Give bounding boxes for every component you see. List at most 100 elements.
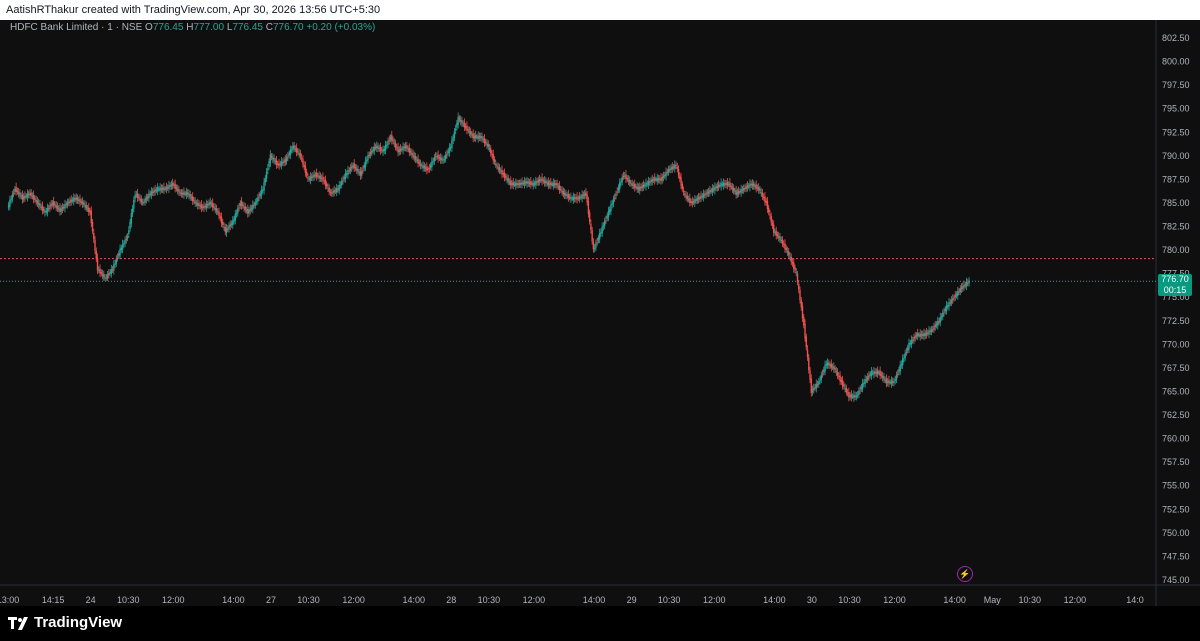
candle-body — [65, 204, 67, 206]
candle-body — [958, 291, 960, 293]
bar-countdown: 00:15 — [1163, 285, 1187, 295]
candle-body — [202, 206, 204, 208]
candle-body — [789, 256, 791, 258]
candle-body — [910, 339, 913, 345]
candle-body — [75, 197, 77, 201]
candle-body — [765, 200, 767, 203]
candle-body — [363, 165, 365, 169]
candle-body — [869, 374, 871, 376]
candle-body — [71, 199, 74, 201]
candle-body — [495, 163, 497, 165]
candle-body — [846, 392, 849, 394]
candle-body — [759, 188, 761, 192]
lightning-bolt-icon[interactable]: ⚡ — [957, 566, 973, 582]
candle-body — [180, 192, 183, 195]
candle-body — [99, 268, 101, 274]
candle-body — [114, 263, 116, 265]
candle-body — [488, 148, 491, 150]
candle-body — [160, 187, 163, 190]
candle-body — [861, 382, 864, 389]
candle-body — [828, 363, 830, 366]
candle-body — [416, 159, 418, 161]
candle-body — [429, 165, 432, 168]
candle-body — [234, 214, 236, 221]
candle-body — [190, 197, 193, 199]
candle-body — [725, 183, 727, 186]
candle-body — [49, 205, 51, 209]
candle-body — [46, 207, 49, 213]
candle-body — [684, 193, 686, 196]
candle-body — [813, 388, 815, 390]
candle-body — [151, 191, 154, 193]
candle-body — [908, 342, 910, 350]
candle-body — [191, 196, 194, 202]
candle-body — [575, 197, 577, 200]
candle-body — [486, 143, 488, 146]
candle-body — [634, 183, 636, 188]
candle-body — [691, 201, 694, 204]
candle-body — [244, 206, 246, 210]
candle-body — [156, 187, 159, 192]
candle-body — [731, 187, 734, 190]
price-chart[interactable]: 802.50 800.00 797.50 795.00 792.50 790.00 787.… — [0, 20, 1200, 606]
chart-area[interactable]: 802.50 800.00 797.50 795.00 792.50 790.00 787.… — [0, 20, 1200, 606]
candle-body — [303, 164, 305, 167]
candle-body — [794, 267, 796, 271]
candle-body — [272, 157, 274, 160]
candle-body — [279, 163, 282, 165]
x-tick-label: 10:30 — [117, 595, 140, 605]
candle-body — [739, 191, 741, 193]
candle-body — [131, 208, 134, 214]
candle-body — [313, 174, 315, 177]
candle-body — [582, 194, 585, 196]
candle-body — [20, 195, 22, 197]
candle-body — [699, 196, 701, 200]
candle-body — [325, 184, 328, 187]
candle-body — [74, 198, 76, 200]
candle-body — [383, 148, 385, 152]
candle-body — [900, 363, 903, 366]
candle-body — [352, 165, 354, 167]
x-tick-label: 14:00 — [402, 595, 425, 605]
candle-body — [369, 151, 372, 156]
tradingview-brand[interactable]: TradingView — [8, 614, 122, 631]
candle-body — [431, 161, 433, 168]
candle-body — [899, 364, 901, 372]
candle-body — [674, 164, 676, 169]
candle-body — [912, 340, 914, 342]
candle-body — [880, 374, 883, 376]
x-tick-label: 13:00 — [0, 595, 19, 605]
candle-body — [652, 179, 655, 181]
y-tick-label: 755.00 — [1162, 481, 1190, 491]
candle-body — [349, 167, 352, 171]
candle-body — [868, 375, 870, 378]
candle-body — [800, 300, 802, 308]
candle-body — [651, 179, 653, 182]
candle-body — [571, 198, 573, 200]
candle-body — [404, 145, 407, 149]
candle-body — [657, 178, 660, 181]
candle-body — [507, 178, 509, 182]
candle-body — [500, 170, 502, 172]
candle-body — [259, 193, 262, 196]
candle-body — [830, 363, 833, 368]
candle-body — [550, 182, 552, 186]
candle-body — [803, 316, 805, 326]
candle-body — [542, 180, 545, 182]
candle-body — [944, 309, 946, 312]
candle-body — [78, 199, 80, 201]
candle-body — [690, 201, 692, 203]
candle-body — [143, 202, 145, 204]
candle-body — [919, 333, 921, 337]
candle-body — [223, 226, 225, 228]
candle-body — [756, 187, 759, 189]
candle-body — [235, 213, 238, 215]
candle-body — [945, 305, 948, 311]
candle-body — [119, 248, 121, 256]
candle-body — [278, 163, 280, 166]
candle-body — [724, 183, 726, 185]
candle-body — [222, 221, 224, 225]
candle-body — [305, 171, 308, 176]
candle-body — [938, 321, 940, 323]
candle-body — [617, 187, 620, 191]
